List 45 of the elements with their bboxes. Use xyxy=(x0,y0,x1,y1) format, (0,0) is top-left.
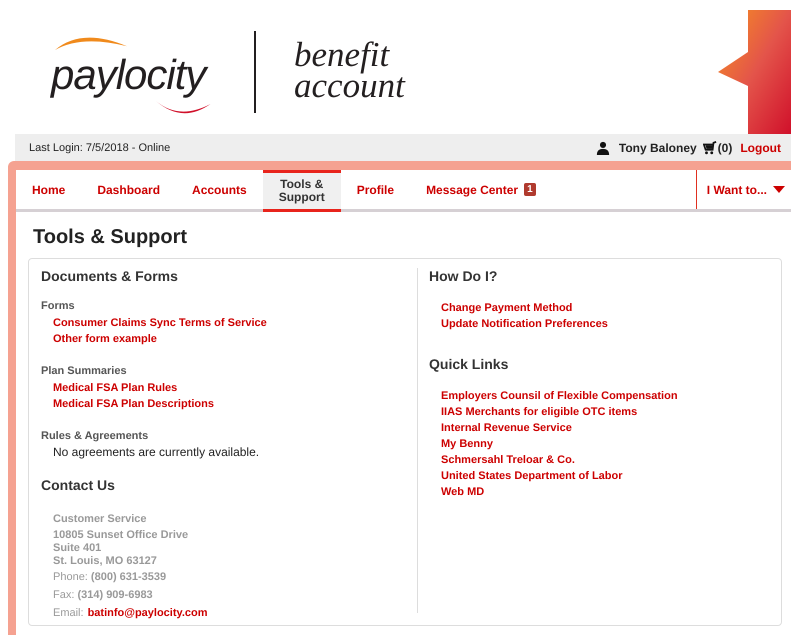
section-heading: Documents & Forms xyxy=(41,268,179,284)
address-line: 10805 Sunset Office Drive xyxy=(53,529,190,542)
nav-tab[interactable]: Message Center 1 xyxy=(410,170,552,209)
logout-link[interactable]: Logout xyxy=(740,140,781,154)
nav-tab[interactable]: Home xyxy=(16,170,82,209)
group-heading: Plan Summaries xyxy=(41,365,128,377)
phone-text: Phone: (800) 631-3539 xyxy=(53,570,168,585)
document-link[interactable]: Medical FSA Plan Descriptions xyxy=(53,396,214,412)
document-link[interactable]: Other form example xyxy=(53,331,157,347)
help-link[interactable]: Web MD xyxy=(441,484,484,500)
user-name[interactable]: Tony Baloney xyxy=(618,140,697,154)
help-link[interactable]: IIAS Merchants for eligible OTC items xyxy=(441,404,638,420)
group-heading: Rules & Agreements xyxy=(41,430,150,442)
help-link[interactable]: Internal Revenue Service xyxy=(441,420,572,436)
page-title: Tools & Support xyxy=(33,226,188,249)
section-heading: Quick Links xyxy=(429,356,510,372)
group-heading: Forms xyxy=(41,300,76,312)
email-label: Email: xyxy=(53,606,84,621)
cart-count: (0) xyxy=(718,140,732,154)
help-link[interactable]: United States Department of Labor xyxy=(441,468,623,484)
help-link[interactable]: Employers Counsil of Flexible Compensation xyxy=(441,388,678,404)
dropdown-menu-button[interactable]: I Want to... xyxy=(696,170,791,209)
nav-tab[interactable]: Profile xyxy=(340,170,410,209)
document-link[interactable]: Medical FSA Plan Rules xyxy=(53,380,178,396)
count-badge: 1 xyxy=(524,183,536,196)
empty-message: No agreements are currently available. xyxy=(53,445,260,459)
user-icon xyxy=(596,140,610,154)
nav-tab[interactable]: Dashboard xyxy=(81,170,176,209)
help-link[interactable]: My Benny xyxy=(441,436,493,452)
address-line: St. Louis, MO 63127 xyxy=(53,555,158,568)
section-heading: Contact Us xyxy=(41,477,116,493)
help-link[interactable]: Change Payment Method xyxy=(441,300,572,316)
fax-text: Fax: (314) 909-6983 xyxy=(53,588,154,603)
help-link[interactable]: Schmersahl Treloar & Co. xyxy=(441,452,575,468)
cart-icon[interactable] xyxy=(702,140,717,154)
help-link[interactable]: Update Notification Preferences xyxy=(441,316,608,332)
nav-tab[interactable]: Accounts xyxy=(176,170,263,209)
caret-icon xyxy=(773,186,785,193)
nav-tab[interactable]: Tools & Support xyxy=(262,170,341,212)
last-login-text: Last Login: 7/5/2018 - Online xyxy=(29,142,170,154)
email-link[interactable]: batinfo@paylocity.com xyxy=(88,605,208,621)
address-line: Suite 401 xyxy=(53,542,102,555)
section-heading: How Do I? xyxy=(429,268,498,284)
document-link[interactable]: Consumer Claims Sync Terms of Service xyxy=(53,315,267,331)
address-line: Customer Service xyxy=(53,513,148,526)
